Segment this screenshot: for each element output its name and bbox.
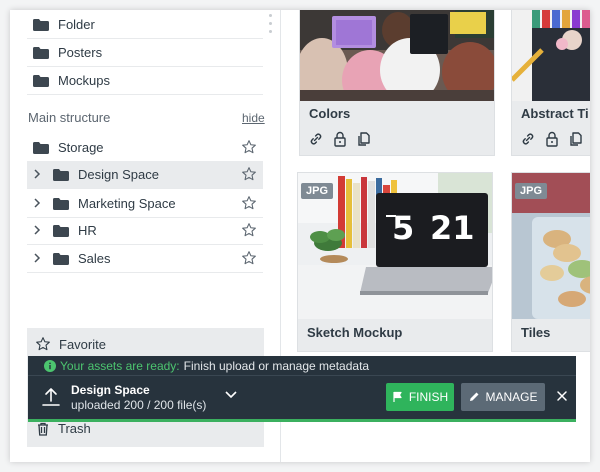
sidebar-item-label: Design Space <box>78 167 159 182</box>
sidebar-item-storage[interactable]: Storage <box>27 134 263 162</box>
sidebar-item-trash[interactable]: Trash <box>37 421 91 436</box>
asset-title: Colors <box>309 106 351 121</box>
file-type-badge: JPG <box>301 183 334 199</box>
link-icon[interactable] <box>308 131 324 147</box>
sidebar-folder-label: Posters <box>58 45 103 60</box>
folder-icon <box>53 168 69 181</box>
lock-icon[interactable] <box>333 131 347 147</box>
star-icon <box>36 337 50 351</box>
chevron-down-icon[interactable] <box>224 390 238 400</box>
upload-space-name: Design Space <box>71 383 150 397</box>
star-icon[interactable] <box>241 166 257 185</box>
sidebar-folder-label: Mockups <box>58 73 111 88</box>
link-icon[interactable] <box>520 131 536 147</box>
asset-card[interactable]: 5 21 JPG Sketch Mockup <box>297 172 493 352</box>
chevron-right-icon[interactable] <box>33 197 47 211</box>
trash-label: Trash <box>58 421 91 436</box>
chevron-right-icon[interactable] <box>33 224 47 238</box>
sidebar-item-label: Storage <box>58 140 104 155</box>
asset-thumbnail <box>300 10 494 101</box>
upload-progress-text: uploaded 200 / 200 file(s) <box>71 398 207 412</box>
asset-title: Abstract Ti <box>521 106 589 121</box>
asset-card[interactable]: Abstract Ti <box>511 10 590 156</box>
pencil-icon <box>470 392 479 401</box>
upload-status-text: Finish upload or manage metadata <box>183 358 370 373</box>
folder-icon <box>33 18 49 31</box>
copy-icon[interactable] <box>568 131 584 147</box>
asset-toolbar <box>308 131 372 147</box>
finish-button[interactable]: FINISH <box>386 383 454 411</box>
lock-icon[interactable] <box>545 131 559 147</box>
sidebar-item-label: HR <box>78 223 97 238</box>
upload-ready-text: Your assets are ready: <box>60 358 180 373</box>
star-icon[interactable] <box>241 222 257 241</box>
info-icon <box>44 359 56 372</box>
copy-icon[interactable] <box>356 131 372 147</box>
svg-text:5: 5 <box>392 209 414 247</box>
chevron-right-icon[interactable] <box>33 168 47 182</box>
star-icon[interactable] <box>241 139 257 158</box>
folder-icon <box>53 252 69 265</box>
manage-button[interactable]: MANAGE <box>461 383 545 411</box>
asset-title: Sketch Mockup <box>307 325 403 340</box>
close-icon[interactable] <box>555 389 569 403</box>
upload-icon <box>42 388 60 406</box>
upload-panel: Your assets are ready: Finish upload or … <box>28 356 576 422</box>
sidebar-item-label: Marketing Space <box>78 196 176 211</box>
sidebar-item-marketing-space[interactable]: Marketing Space <box>27 190 263 218</box>
svg-text:21: 21 <box>430 209 475 247</box>
asset-toolbar <box>520 131 584 147</box>
asset-card[interactable]: Colors <box>299 10 495 156</box>
sidebar-item-label: Sales <box>78 251 111 266</box>
finish-label: FINISH <box>408 390 449 404</box>
sidebar-item-favorite[interactable]: Favorite <box>35 336 106 352</box>
trash-icon <box>38 422 48 436</box>
sidebar-item-design-space[interactable]: Design Space <box>27 161 263 189</box>
upload-main-row: Design Space uploaded 200 / 200 file(s) … <box>28 377 576 419</box>
favorite-label: Favorite <box>59 336 106 352</box>
sidebar-item-sales[interactable]: Sales <box>27 245 263 273</box>
manage-label: MANAGE <box>485 390 538 404</box>
star-icon[interactable] <box>241 250 257 269</box>
asset-title: Tiles <box>521 325 551 340</box>
sidebar-folder-item[interactable]: Mockups <box>27 67 263 95</box>
sidebar-item-hr[interactable]: HR <box>27 217 263 245</box>
asset-thumbnail <box>512 10 590 101</box>
flag-icon <box>393 391 402 402</box>
folder-icon <box>53 224 69 237</box>
sidebar-folder-label: Folder <box>58 17 95 32</box>
folder-icon <box>33 141 49 154</box>
app-frame: Folder Posters Mockups Main structure hi… <box>10 10 590 462</box>
file-type-badge: JPG <box>515 183 548 199</box>
folder-icon <box>33 46 49 59</box>
sidebar-folder-item[interactable]: Posters <box>27 39 263 67</box>
hide-link[interactable]: hide <box>242 111 265 125</box>
folder-icon <box>53 197 69 210</box>
asset-card[interactable]: JPG Tiles <box>511 172 590 352</box>
folder-icon <box>33 74 49 87</box>
sidebar-scroll-handle[interactable] <box>269 14 273 38</box>
chevron-right-icon[interactable] <box>33 252 47 266</box>
upload-status-bar: Your assets are ready: Finish upload or … <box>28 356 576 376</box>
section-title: Main structure <box>28 110 111 125</box>
star-icon[interactable] <box>241 195 257 214</box>
sidebar-folder-item[interactable]: Folder <box>27 11 263 39</box>
